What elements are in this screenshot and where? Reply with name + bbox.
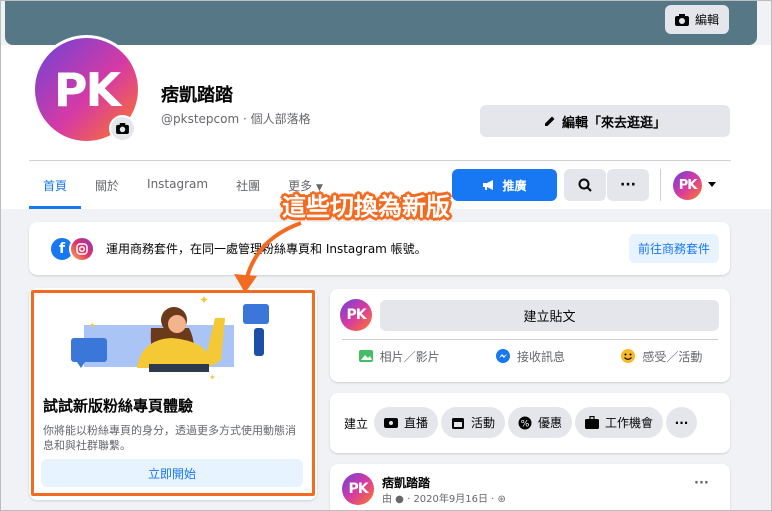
post-avatar-text: PK	[348, 481, 368, 497]
tab-about[interactable]: 關於	[81, 169, 133, 209]
business-suite-text: 運用商務套件，在同一處管理粉絲專頁和 Instagram 帳號。	[106, 242, 427, 256]
job-button[interactable]: 工作機會	[575, 407, 664, 438]
post-options-icon[interactable]: ···	[694, 476, 709, 491]
offer-label: 優惠	[538, 416, 563, 430]
offer-icon: %	[518, 416, 532, 429]
avatar-logo-text: PK	[53, 62, 121, 117]
composer-divider	[342, 339, 718, 340]
photo-video-button[interactable]: 相片／影片	[358, 348, 440, 365]
composer-actions: 相片／影片 接收訊息 感受／活動	[330, 341, 730, 371]
page-header: PK 痞凱踏踏 @pkstepcom · 個人部落格 編輯「來去逛逛」 首頁 關…	[1, 35, 771, 209]
event-button[interactable]: 活動	[441, 407, 506, 438]
post-author-name[interactable]: 痞凱踏踏	[382, 474, 430, 491]
tab-groups[interactable]: 社團	[222, 169, 274, 209]
header-divider	[29, 160, 731, 161]
page-handle: @pkstepcom · 個人部落格	[161, 112, 311, 126]
account-avatar-text: PK	[678, 178, 698, 193]
photo-icon	[358, 350, 373, 362]
instagram-icon	[69, 236, 95, 262]
highlight-box	[31, 290, 315, 496]
post-composer: PK 建立貼文 相片／影片 接收訊息 感受／活動	[330, 289, 730, 382]
tab-instagram[interactable]: Instagram	[133, 169, 222, 209]
event-label: 活動	[471, 416, 496, 430]
ellipsis-icon: ···	[620, 177, 636, 193]
composer-avatar-text: PK	[346, 307, 366, 323]
promote-button[interactable]: 推廣	[452, 169, 557, 201]
offer-button[interactable]: % 優惠	[508, 407, 573, 438]
promote-label: 推廣	[502, 178, 527, 193]
edit-cover-button[interactable]: 編輯	[664, 5, 729, 34]
pencil-icon	[544, 116, 555, 126]
live-icon	[384, 417, 398, 428]
job-label: 工作機會	[605, 416, 654, 430]
receive-messages-label: 接收訊息	[516, 349, 565, 364]
vertical-divider	[660, 169, 661, 201]
edit-cover-label: 編輯	[694, 13, 719, 27]
annotation-label: 這些切換為新版	[282, 193, 450, 221]
more-create-button[interactable]: ···	[666, 407, 697, 438]
camera-icon[interactable]	[109, 115, 136, 142]
emoji-icon	[621, 349, 636, 363]
post-author-avatar[interactable]: PK	[342, 473, 374, 505]
account-avatar[interactable]: PK	[673, 171, 702, 200]
search-icon	[578, 178, 592, 192]
cover-photo: 編輯	[5, 1, 757, 45]
edit-action-label: 編輯「來去逛逛」	[561, 115, 666, 131]
screenshot-frame: 編輯 PK 痞凱踏踏 @pkstepcom · 個人部落格 編輯「來去逛逛」 首…	[0, 0, 772, 511]
business-suite-button[interactable]: 前往商務套件	[629, 234, 719, 263]
feeling-activity-label: 感受／活動	[642, 349, 703, 364]
ellipsis-icon: ···	[674, 415, 689, 430]
create-label: 建立	[344, 417, 369, 431]
feeling-activity-button[interactable]: 感受／活動	[620, 348, 702, 365]
composer-avatar[interactable]: PK	[340, 299, 372, 331]
create-post-button[interactable]: 建立貼文	[380, 300, 719, 331]
receive-messages-button[interactable]: 接收訊息	[495, 348, 565, 365]
svg-text:%: %	[521, 419, 530, 429]
post-meta: 由 ● · 2020年9月16日 · ⊛	[382, 494, 506, 505]
live-label: 直播	[404, 416, 429, 430]
live-button[interactable]: 直播	[374, 407, 439, 438]
tab-home[interactable]: 首頁	[29, 169, 82, 209]
calendar-icon	[452, 417, 464, 429]
photo-video-label: 相片／影片	[379, 349, 440, 364]
page-title: 痞凱踏踏	[161, 85, 233, 106]
business-suite-banner: f 運用商務套件，在同一處管理粉絲專頁和 Instagram 帳號。 前往商務套…	[29, 222, 730, 275]
megaphone-icon	[483, 180, 494, 190]
account-caret-icon[interactable]	[708, 182, 716, 187]
create-bar: 建立 直播 活動 % 優惠 工作機會 ···	[330, 393, 730, 453]
feed-post: PK 痞凱踏踏 由 ● · 2020年9月16日 · ⊛ ···	[330, 464, 730, 510]
edit-action-button[interactable]: 編輯「來去逛逛」	[480, 105, 730, 137]
search-button[interactable]	[564, 169, 606, 201]
more-options-button[interactable]: ···	[607, 169, 649, 201]
briefcase-icon	[585, 416, 599, 429]
business-icons: f	[49, 236, 99, 262]
messenger-icon	[495, 349, 510, 363]
camera-icon	[674, 13, 689, 26]
tab-groups-label: 社團	[236, 179, 261, 193]
